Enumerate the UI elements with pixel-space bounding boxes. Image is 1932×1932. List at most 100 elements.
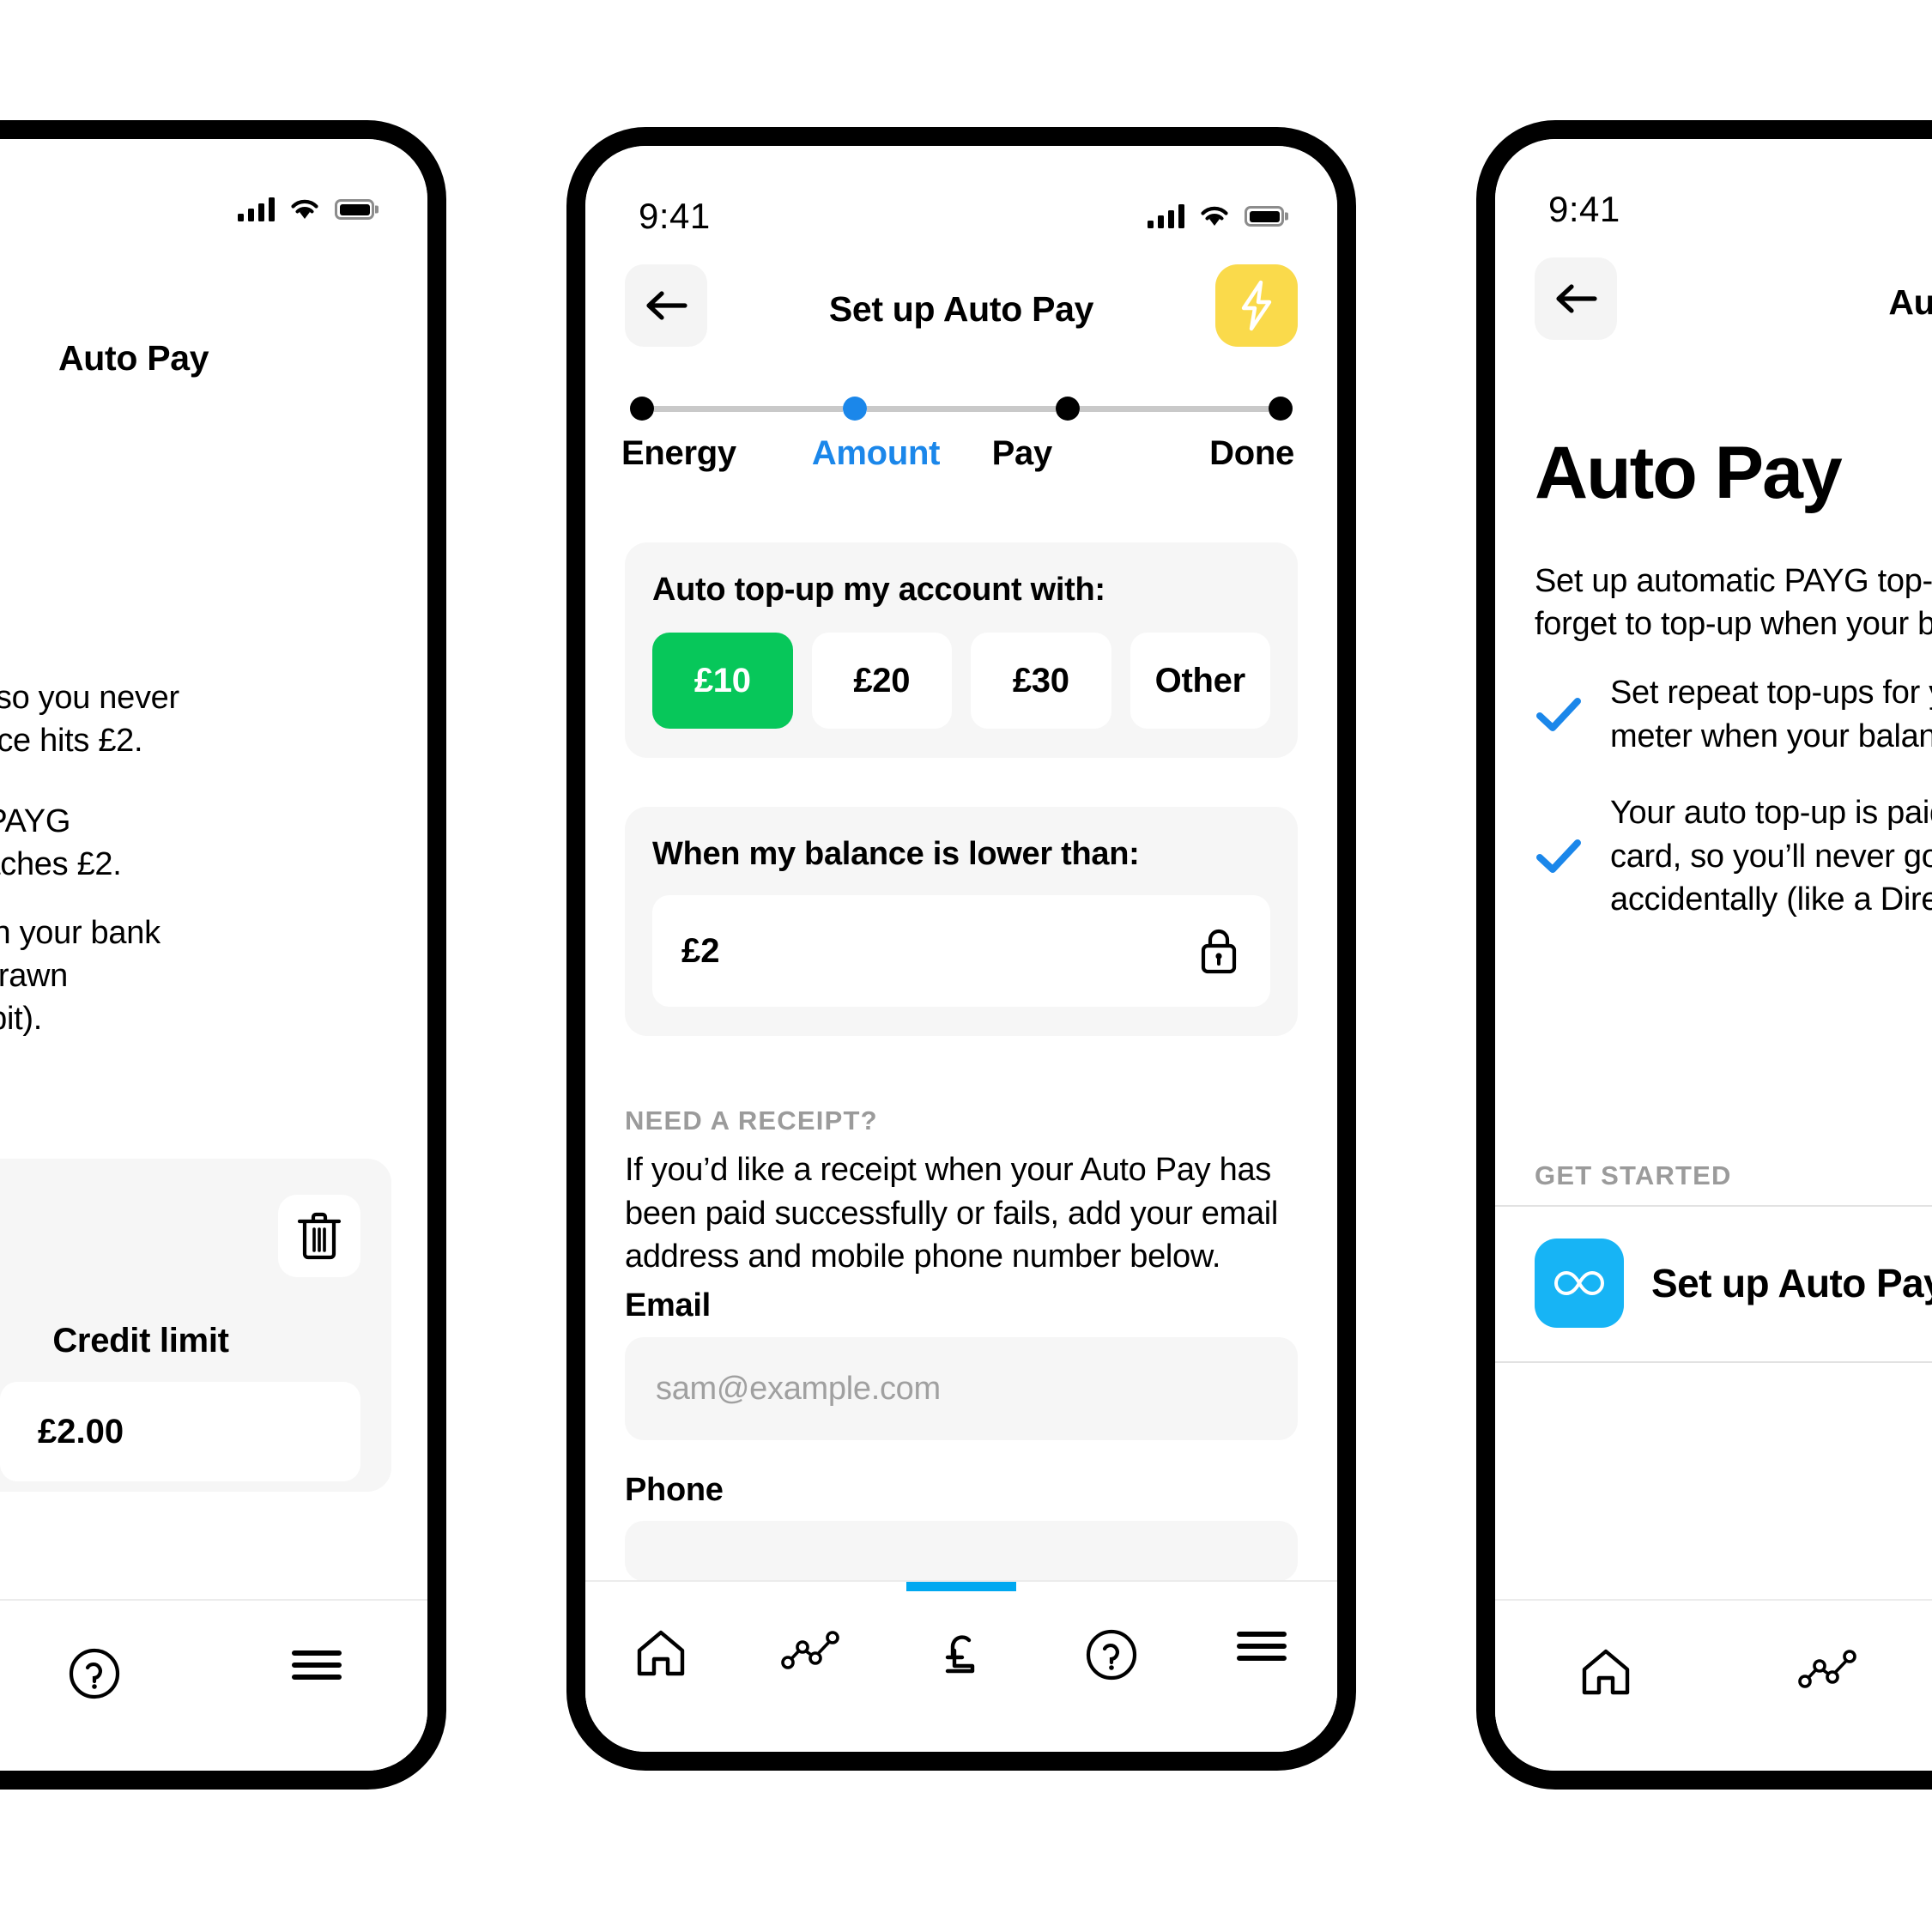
left-tab-bar — [0, 1599, 427, 1771]
amount-option-row: £10 £20 £30 Other — [652, 633, 1270, 729]
amount-option-10[interactable]: £10 — [652, 633, 793, 729]
benefit-2-line1: Your auto top-up is paid — [1610, 795, 1932, 831]
stepper-labels: Energy Amount Pay Done — [621, 434, 1298, 473]
right-tab-bar — [1495, 1599, 1932, 1771]
trash-icon — [297, 1212, 342, 1260]
tab-menu[interactable] — [1187, 1582, 1337, 1752]
step-connector — [867, 405, 1056, 412]
signal-bars-icon — [1148, 204, 1184, 228]
mid-status-time: 9:41 — [639, 196, 711, 236]
left-body-line1: c PAYG top-ups so you never — [0, 680, 179, 716]
signal-bars-icon — [238, 197, 275, 221]
left-bullet1-line1: op-ups for your PAYG — [0, 803, 71, 839]
left-status-icons — [238, 197, 374, 221]
set-up-auto-pay-row[interactable]: Set up Auto Pay — [1495, 1205, 1932, 1361]
left-bullet2-line2: ll never go overdrawn — [0, 958, 69, 994]
tab-pound[interactable] — [886, 1582, 1036, 1752]
left-bullet2-line3: (like a Direct Debit). — [0, 1001, 43, 1037]
balance-threshold-field[interactable]: £2 — [652, 895, 1270, 1007]
benefit-2-line3: accidentally (like a Direct — [1610, 881, 1932, 918]
get-started-label: GET STARTED — [1535, 1160, 1732, 1190]
list-divider-bottom — [1495, 1361, 1932, 1363]
step-label-pay[interactable]: Pay — [972, 434, 1133, 473]
step-dot-amount[interactable] — [843, 397, 867, 421]
phone-right: 9:41 Auto Pay Auto Pay Set up automatic … — [1476, 120, 1932, 1790]
step-connector — [654, 405, 843, 412]
tab-usage[interactable] — [736, 1582, 886, 1752]
wifi-icon — [291, 199, 318, 219]
email-label: Email — [625, 1287, 711, 1323]
step-dot-done[interactable] — [1269, 397, 1293, 421]
email-input[interactable]: sam@example.com — [625, 1337, 1298, 1440]
topup-amount-title: Auto top-up my account with: — [652, 572, 1105, 608]
hero-title: Auto Pay — [1535, 432, 1843, 514]
set-up-auto-pay-label: Set up Auto Pay — [1651, 1261, 1932, 1305]
tab-menu[interactable] — [205, 1601, 427, 1771]
check-icon — [1536, 839, 1581, 873]
help-icon — [69, 1648, 120, 1699]
receipt-section-label: NEED A RECEIPT? — [625, 1105, 878, 1136]
benefit-item-2-text: Your auto top-up is paid card, so you’ll… — [1610, 791, 1932, 922]
benefit-2-line2: card, so you’ll never go ov — [1610, 838, 1932, 875]
menu-icon — [291, 1650, 342, 1680]
left-status-bar: 9:41 — [0, 139, 427, 242]
page-title: Auto Pay — [1888, 282, 1932, 322]
progress-stepper: Energy Amount Pay Done — [621, 397, 1298, 473]
right-status-time: 9:41 — [1548, 189, 1620, 229]
amount-option-30[interactable]: £30 — [971, 633, 1111, 729]
left-body-line2: when your balance hits £2. — [0, 723, 143, 759]
receipt-description: If you’d like a receipt when your Auto P… — [625, 1152, 1279, 1275]
help-icon — [1087, 1629, 1137, 1681]
tab-help[interactable] — [0, 1601, 205, 1771]
usage-chart-icon — [1798, 1650, 1856, 1688]
right-screen: 9:41 Auto Pay Auto Pay Set up automatic … — [1495, 139, 1932, 1771]
battery-icon — [1245, 206, 1284, 227]
back-button[interactable] — [1535, 257, 1617, 340]
menu-icon — [1237, 1632, 1287, 1661]
tab-help[interactable] — [1037, 1582, 1187, 1752]
phone-middle: 9:41 Set up Auto Pay Energy Amount Pay D… — [566, 127, 1356, 1771]
left-bullet2-line1: op-up is paid with your bank — [0, 915, 160, 951]
left-bullet1-line2: your balance reaches £2. — [0, 846, 122, 882]
step-label-done[interactable]: Done — [1133, 434, 1294, 473]
left-nav-title: Auto Pay — [58, 338, 209, 378]
home-icon — [637, 1630, 684, 1676]
active-tab-indicator — [906, 1582, 1016, 1591]
infinity-icon — [1554, 1270, 1604, 1296]
step-label-amount[interactable]: Amount — [796, 434, 972, 473]
step-connector — [1080, 405, 1269, 412]
step-dot-pay[interactable] — [1056, 397, 1080, 421]
benefit-1-line1: Set repeat top-ups for yo — [1610, 675, 1932, 711]
tab-usage[interactable] — [1717, 1601, 1932, 1771]
wifi-icon — [1201, 206, 1228, 226]
step-dot-energy[interactable] — [630, 397, 654, 421]
lock-icon — [1201, 929, 1237, 974]
step-label-energy[interactable]: Energy — [621, 434, 796, 473]
mid-status-icons — [1148, 204, 1284, 228]
home-icon — [1583, 1649, 1630, 1695]
tab-home[interactable] — [1495, 1601, 1717, 1771]
mid-status-bar: 9:41 — [585, 146, 1337, 249]
benefit-1-line2: meter when your balance — [1610, 718, 1932, 754]
mid-screen: 9:41 Set up Auto Pay Energy Amount Pay D… — [585, 146, 1337, 1752]
balance-threshold-card: When my balance is lower than: £2 — [625, 807, 1298, 1036]
usage-chart-icon — [780, 1631, 839, 1669]
right-nav-bar: Auto Pay — [1495, 242, 1932, 362]
back-arrow-icon — [1556, 284, 1597, 313]
infinity-icon-badge — [1535, 1239, 1624, 1328]
lightning-action-button[interactable] — [1215, 264, 1298, 347]
phone-left: 9:41 Auto Pay c PAYG top-ups so you neve… — [0, 120, 446, 1790]
left-screen: 9:41 Auto Pay c PAYG top-ups so you neve… — [0, 139, 427, 1771]
credit-limit-value[interactable]: £2.00 — [0, 1382, 360, 1481]
right-status-bar: 9:41 — [1495, 139, 1932, 242]
tab-home[interactable] — [585, 1582, 736, 1752]
amount-option-other[interactable]: Other — [1130, 633, 1270, 729]
phone-input[interactable] — [625, 1521, 1298, 1581]
trash-icon-button[interactable] — [278, 1195, 360, 1277]
intro-line1: Set up automatic PAYG top-u — [1535, 563, 1932, 599]
credit-limit-label: Credit limit — [52, 1322, 229, 1360]
balance-threshold-value: £2 — [681, 931, 720, 970]
amount-option-20[interactable]: £20 — [811, 633, 952, 729]
check-icon — [1536, 697, 1581, 731]
lightning-bolt-icon — [1241, 280, 1272, 331]
